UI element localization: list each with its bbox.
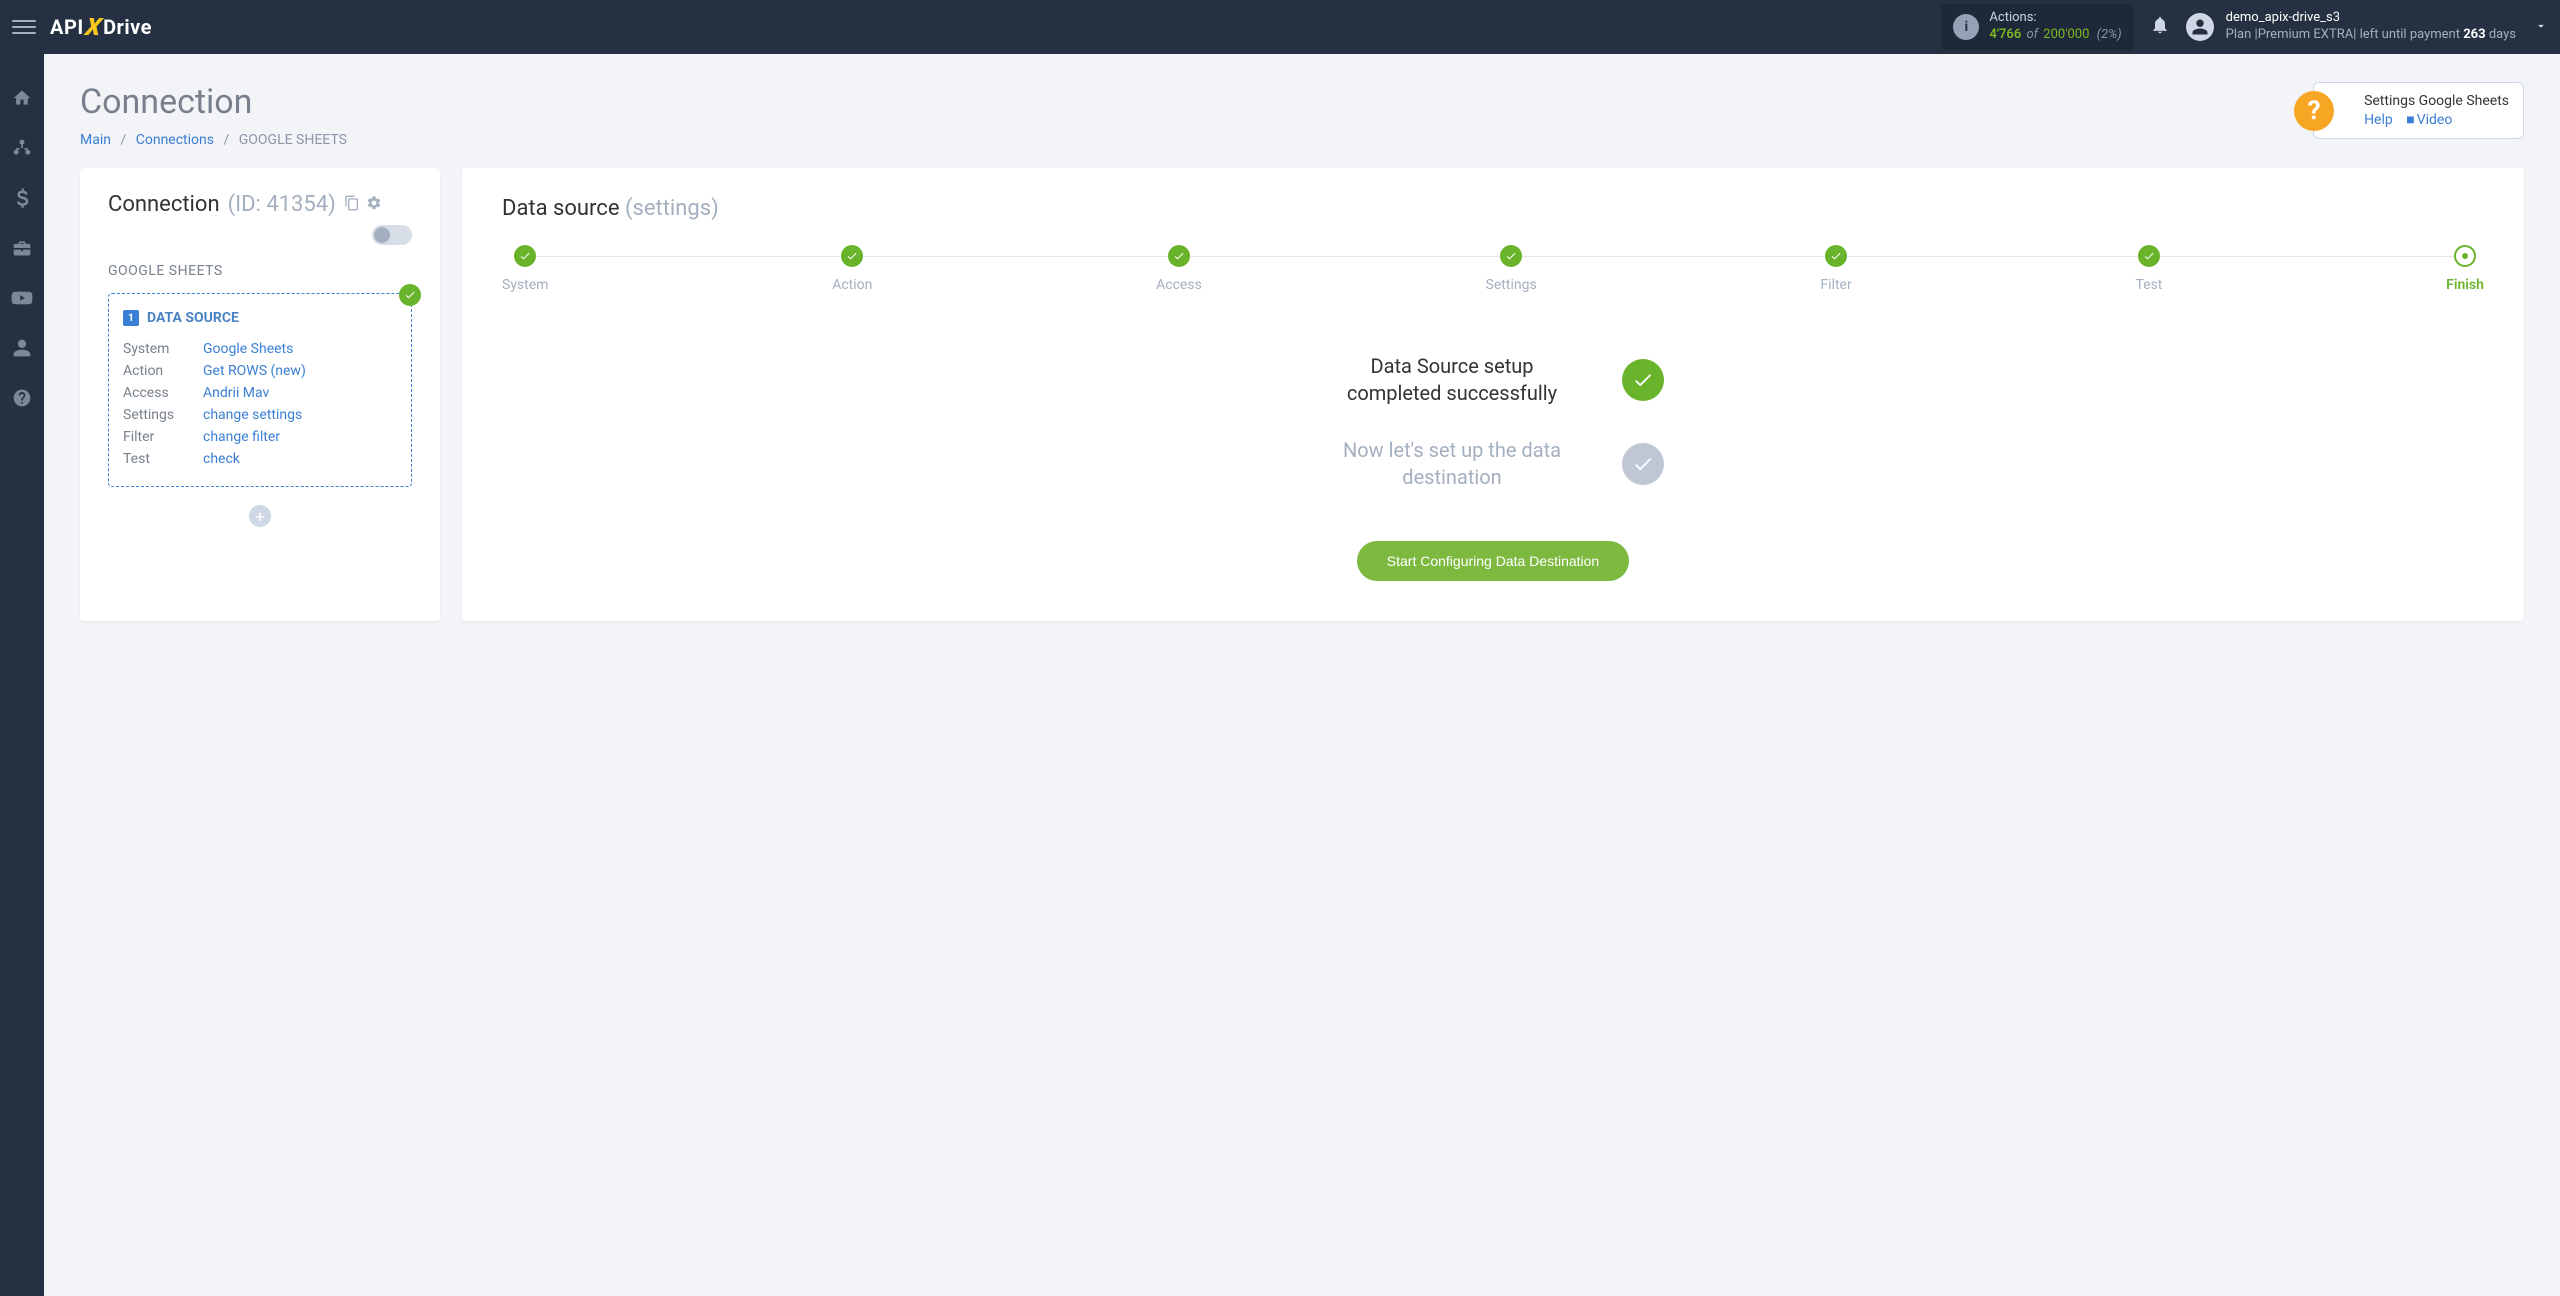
user-name: demo_apix-drive_s3: [2226, 10, 2516, 27]
row-test-link[interactable]: check: [203, 451, 240, 467]
header: API X Drive i Actions: 4'766 of 200'000 …: [0, 0, 2560, 54]
actions-of: of: [2026, 27, 2038, 42]
row-key: Settings: [123, 407, 203, 423]
page-title: Connection: [80, 82, 347, 122]
breadcrumb: Main / Connections / GOOGLE SHEETS: [80, 132, 347, 148]
row-action-link[interactable]: Get ROWS (new): [203, 363, 306, 379]
copy-icon[interactable]: [344, 192, 360, 217]
step-settings[interactable]: Settings: [1486, 245, 1537, 293]
step-system[interactable]: System: [502, 245, 548, 293]
sidebar-help-icon[interactable]: [0, 384, 44, 412]
info-icon: i: [1953, 14, 1979, 40]
actions-pct: (2%): [2097, 27, 2122, 42]
row-access-link[interactable]: Andrii Mav: [203, 385, 269, 401]
chevron-down-icon: [2534, 18, 2548, 37]
actions-total: 200'000: [2043, 27, 2089, 42]
sidebar-connections-icon[interactable]: [0, 134, 44, 162]
ds-title: DATA SOURCE: [147, 310, 239, 326]
sidebar-home-icon[interactable]: [0, 84, 44, 112]
row-key: Filter: [123, 429, 203, 445]
row-key: System: [123, 341, 203, 357]
user-plan: Plan |Premium EXTRA| left until payment …: [2226, 27, 2516, 44]
add-button[interactable]: +: [249, 505, 271, 527]
menu-button[interactable]: [12, 15, 36, 39]
step-progress: System Action Access Settings Filter Tes…: [502, 245, 2484, 293]
row-key: Test: [123, 451, 203, 467]
connection-subtitle: GOOGLE SHEETS: [108, 263, 412, 279]
help-box: ? Settings Google Sheets Help ■Video: [2313, 82, 2524, 139]
settings-title: Data source: [502, 196, 620, 221]
data-source-settings-card: Data source (settings) System Action Acc…: [462, 168, 2524, 621]
actions-used: 4'766: [1989, 27, 2021, 42]
step-finish[interactable]: Finish: [2446, 245, 2484, 293]
sidebar-user-icon[interactable]: [0, 334, 44, 362]
row-system-link[interactable]: Google Sheets: [203, 341, 293, 357]
row-filter-link[interactable]: change filter: [203, 429, 280, 445]
ds-badge: 1: [123, 310, 139, 326]
actions-counter[interactable]: i Actions: 4'766 of 200'000 (2%): [1941, 4, 2133, 50]
step-access[interactable]: Access: [1156, 245, 1202, 293]
sidebar: [0, 54, 44, 1296]
question-icon[interactable]: ?: [2294, 91, 2334, 131]
camera-icon: ■: [2406, 112, 2414, 128]
sidebar-youtube-icon[interactable]: [0, 284, 44, 312]
step-test[interactable]: Test: [2135, 245, 2162, 293]
help-title: Settings Google Sheets: [2364, 93, 2509, 109]
row-key: Action: [123, 363, 203, 379]
logo-drive: Drive: [103, 15, 152, 39]
breadcrumb-main[interactable]: Main: [80, 132, 111, 148]
connection-label: Connection: [108, 192, 220, 217]
check-icon: [399, 284, 421, 306]
sidebar-billing-icon[interactable]: [0, 184, 44, 212]
connection-id: (ID: 41354): [228, 192, 336, 217]
avatar-icon: [2186, 13, 2214, 41]
video-link[interactable]: ■Video: [2406, 112, 2452, 128]
logo[interactable]: API X Drive: [50, 13, 152, 41]
start-configuring-button[interactable]: Start Configuring Data Destination: [1357, 541, 1629, 581]
help-link[interactable]: Help: [2364, 112, 2393, 128]
row-settings-link[interactable]: change settings: [203, 407, 302, 423]
connection-card: Connection (ID: 41354) GOOGLE SHEETS 1 D…: [80, 168, 440, 621]
step-action[interactable]: Action: [832, 245, 872, 293]
status-success-text: Data Source setup completed successfully: [1322, 353, 1582, 407]
connection-toggle[interactable]: [372, 225, 412, 245]
bell-icon[interactable]: [2150, 15, 2170, 39]
breadcrumb-connections[interactable]: Connections: [136, 132, 214, 148]
status-next-text: Now let's set up the data destination: [1322, 437, 1582, 491]
user-menu[interactable]: demo_apix-drive_s3 Plan |Premium EXTRA| …: [2186, 10, 2548, 44]
row-key: Access: [123, 385, 203, 401]
logo-api: API: [50, 15, 84, 39]
actions-label: Actions:: [1989, 10, 2121, 27]
gear-icon[interactable]: [366, 192, 382, 217]
settings-subtitle: (settings): [625, 196, 719, 221]
breadcrumb-current: GOOGLE SHEETS: [239, 132, 347, 148]
check-icon: [1622, 443, 1664, 485]
sidebar-briefcase-icon[interactable]: [0, 234, 44, 262]
data-source-box[interactable]: 1 DATA SOURCE SystemGoogle Sheets Action…: [108, 293, 412, 487]
check-icon: [1622, 359, 1664, 401]
step-filter[interactable]: Filter: [1820, 245, 1851, 293]
logo-x: X: [83, 13, 103, 41]
